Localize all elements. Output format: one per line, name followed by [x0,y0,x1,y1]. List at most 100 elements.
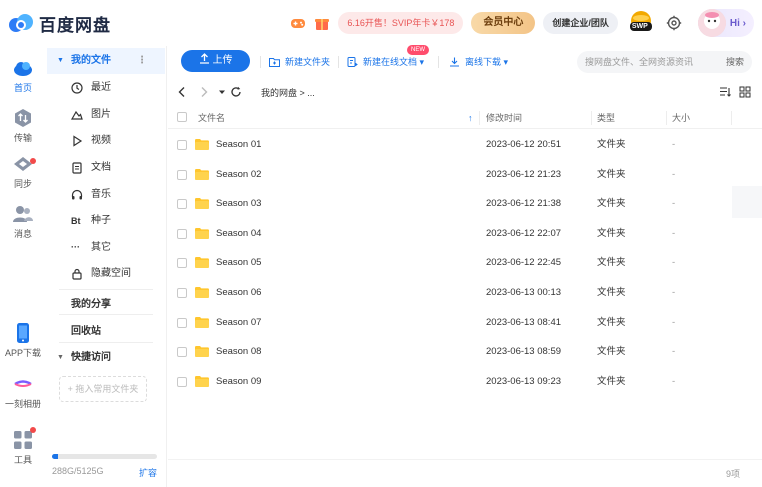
table-row[interactable]: Season 08 2023-06-13 08:59 文件夹 - [168,337,732,367]
sort-list-icon[interactable] [719,86,731,98]
file-type: 文件夹 [597,316,626,328]
file-size: - [672,168,676,180]
row-checkbox[interactable] [177,169,187,180]
table-row[interactable]: Season 02 2023-06-12 21:23 文件夹 - [168,160,732,190]
row-checkbox[interactable] [177,288,187,298]
sidebar-item-label: 种子 [91,215,111,226]
search-input[interactable] [577,51,717,73]
sidebar-item-music[interactable]: 音乐 [47,182,165,208]
row-checkbox[interactable] [177,347,187,358]
search-button[interactable]: 搜索 [726,51,744,73]
svip-promo-banner[interactable]: 6.16开售！SVIP年卡￥178 [338,12,464,34]
quick-access-label: 快捷访问 [71,352,111,363]
table-row[interactable]: Season 01 2023-06-12 20:51 文件夹 - [168,130,732,160]
clock-icon [71,82,83,94]
sidebar-my-files[interactable]: ▼ 我的文件 ⋮ [47,48,165,74]
swp-badge[interactable]: SWP [626,9,656,37]
column-header-time[interactable]: 修改时间 [486,107,522,129]
folder-icon [195,287,209,298]
file-size: - [672,257,676,269]
toolbar-divider [438,56,439,68]
column-header-type[interactable]: 类型 [597,107,615,129]
forward-arrow-icon[interactable] [198,86,210,98]
file-name[interactable]: Season 01 [216,130,261,160]
new-folder-button[interactable]: 新建文件夹 [265,52,330,72]
logo[interactable]: 百度网盘 [8,11,111,36]
folder-icon [195,257,209,269]
gear-icon[interactable] [666,15,682,31]
file-name[interactable]: Season 08 [216,337,261,367]
sidebar: ▼ 我的文件 ⋮ 最近 图片 视频 文档 音乐 Bt 种子 ··· 其它 隐藏空… [47,46,167,487]
rail-item-messages[interactable]: 消息 [0,204,46,240]
table-row[interactable]: Season 09 2023-06-13 09:23 文件夹 - [168,367,732,397]
grid-view-icon[interactable] [739,86,751,98]
file-name[interactable]: Season 03 [216,189,261,219]
table-row[interactable]: Season 06 2023-06-13 00:13 文件夹 - [168,278,732,308]
sidebar-item-hidden-space[interactable]: 隐藏空间 [47,261,165,287]
phone-icon [17,323,29,343]
add-quick-folder-dropzone[interactable]: + 拖入常用文件夹 [59,376,147,402]
modified-time: 2023-06-13 00:13 [486,287,562,298]
rail-item-home[interactable]: 首页 [0,58,46,94]
gamepad-icon[interactable] [290,15,306,31]
expand-storage-link[interactable]: 扩容 [139,466,157,479]
sidebar-item-videos[interactable]: 视频 [47,128,165,154]
gift-icon[interactable] [314,15,330,31]
create-team-button[interactable]: 创建企业/团队 [543,12,618,34]
file-name[interactable]: Season 05 [216,248,261,278]
main-content: 上传 新建文件夹 新建在线文档 ▾ NEW 离线下载 ▾ 搜索 [168,45,762,487]
history-dropdown-icon[interactable] [216,86,228,98]
more-icon[interactable]: ⋮ [137,48,147,74]
new-badge: NEW [407,45,429,55]
modified-time: 2023-06-12 21:23 [486,168,562,180]
row-checkbox[interactable] [177,140,187,150]
row-checkbox[interactable] [177,258,187,269]
table-row[interactable]: Season 03 2023-06-12 21:38 文件夹 - [168,189,732,219]
breadcrumb[interactable]: 我的网盘 > ... [261,86,315,99]
scrollbar-area[interactable] [732,186,762,218]
offline-download-button[interactable]: 离线下载 ▾ [445,52,508,72]
hi-label: Hi › [729,17,746,29]
row-checkbox[interactable] [177,376,187,387]
rail-item-app-download[interactable]: APP下载 [0,323,46,359]
vip-center-button[interactable]: 会员中心 [471,12,536,34]
sidebar-quick-access[interactable]: ▼ 快捷访问 [47,345,165,371]
row-checkbox[interactable] [177,199,187,210]
sidebar-my-share[interactable]: 我的分享 [71,295,111,310]
column-header-size[interactable]: 大小 [672,107,690,129]
row-checkbox[interactable] [177,317,187,328]
refresh-icon[interactable] [230,86,242,98]
new-online-doc-button[interactable]: 新建在线文档 ▾ [343,52,424,72]
file-name[interactable]: Season 09 [216,367,261,397]
sidebar-recycle-bin[interactable]: 回收站 [71,322,101,337]
sidebar-item-documents[interactable]: 文档 [47,155,165,181]
rail-item-album[interactable]: 一刻相册 [0,374,46,410]
column-header-name[interactable]: 文件名 [198,107,225,129]
sidebar-item-other[interactable]: ··· 其它 [47,235,165,261]
rail-item-transfer[interactable]: 传输 [0,108,46,144]
sidebar-divider [59,342,153,343]
sidebar-item-recent[interactable]: 最近 [47,75,165,101]
file-name[interactable]: Season 02 [216,160,261,190]
row-checkbox[interactable] [177,228,187,239]
file-name[interactable]: Season 06 [216,278,261,308]
select-all-checkbox[interactable] [177,112,187,122]
download-icon [450,57,459,67]
rail-label: 首页 [13,83,32,93]
table-row[interactable]: Season 04 2023-06-12 22:07 文件夹 - [168,219,732,249]
bt-icon: Bt [71,216,81,226]
table-row[interactable]: Season 05 2023-06-12 22:45 文件夹 - [168,248,732,278]
rail-item-sync[interactable]: 同步 [0,154,46,190]
sidebar-item-torrents[interactable]: Bt 种子 [47,208,165,234]
back-arrow-icon[interactable] [176,86,188,98]
file-name[interactable]: Season 04 [216,219,261,249]
file-name[interactable]: Season 07 [216,308,261,338]
sidebar-item-images[interactable]: 图片 [47,102,165,128]
table-row[interactable]: Season 07 2023-06-13 08:41 文件夹 - [168,308,732,338]
footer-divider [168,459,762,460]
rail-item-tools[interactable]: 工具 [0,427,46,466]
sort-ascending-icon[interactable]: ↑ [468,107,473,129]
user-menu[interactable]: Hi › [697,9,754,37]
upload-button[interactable]: 上传 [181,50,250,72]
modified-time: 2023-06-12 21:38 [486,198,562,210]
